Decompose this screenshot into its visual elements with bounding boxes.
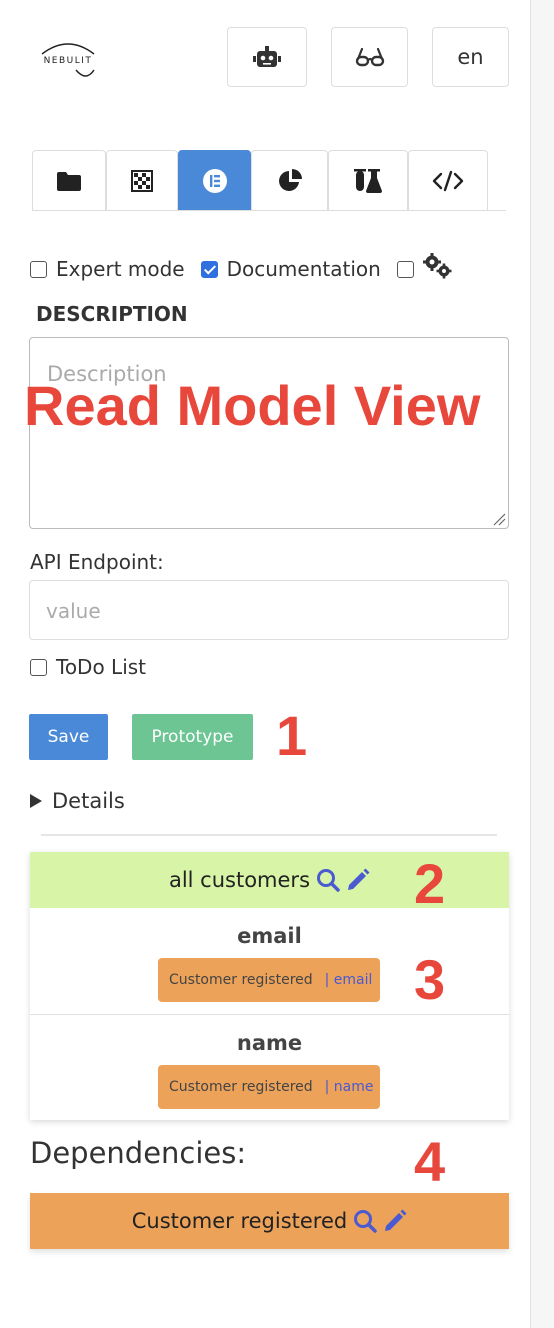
search-icon[interactable]	[353, 1209, 377, 1233]
dependencies-title: Dependencies:	[30, 1136, 247, 1170]
annotation-2: 2	[414, 852, 446, 915]
settings-checkbox[interactable]	[396, 260, 414, 278]
read-model-field: name Customer registered | name	[30, 1014, 509, 1120]
dependency-label: Customer registered	[131, 1209, 348, 1233]
pencil-icon[interactable]	[383, 1209, 407, 1233]
event-name: Customer registered	[169, 972, 313, 988]
todo-checkbox[interactable]	[30, 658, 47, 676]
details-toggle[interactable]: Details	[30, 789, 125, 813]
tab-tests[interactable]	[328, 150, 408, 210]
nebulit-logo: NEBULIT	[36, 40, 100, 84]
expert-mode-label: Expert mode	[56, 257, 185, 281]
robot-icon	[253, 46, 281, 67]
dependency-event-bar: Customer registered	[30, 1193, 509, 1249]
event-reference-chip[interactable]: Customer registered | name	[158, 1065, 380, 1109]
options-row: Expert mode Documentation	[30, 253, 454, 282]
glasses-icon	[355, 47, 384, 67]
checkerboard-icon	[131, 169, 153, 192]
field-name: name	[236, 1031, 303, 1055]
annotation-3: 3	[414, 948, 446, 1011]
todo-row: ToDo List	[30, 654, 146, 680]
tab-documentation[interactable]	[178, 150, 251, 210]
resize-grip-icon[interactable]	[492, 512, 506, 526]
field-name: email	[237, 924, 302, 948]
cogs-icon	[422, 253, 452, 279]
logo-text: NEBULIT	[43, 56, 93, 66]
scrollbar-strip[interactable]	[530, 0, 554, 1328]
documentation-label: Documentation	[226, 257, 381, 281]
expert-mode-checkbox[interactable]	[30, 260, 47, 278]
view-mode-button[interactable]	[331, 27, 408, 87]
elementor-icon	[202, 168, 227, 193]
event-attribute: | email	[324, 972, 373, 988]
details-label: Details	[52, 789, 125, 813]
description-heading: DESCRIPTION	[36, 302, 188, 326]
assistant-button[interactable]	[227, 27, 307, 87]
event-attribute: | name	[324, 1079, 374, 1095]
todo-label: ToDo List	[56, 655, 147, 679]
api-endpoint-label: API Endpoint:	[30, 550, 164, 574]
prototype-button[interactable]: Prototype	[132, 714, 253, 760]
save-button[interactable]: Save	[29, 714, 108, 760]
annotation-1: 1	[276, 704, 308, 767]
read-model-title: all customers	[168, 868, 311, 892]
tab-code[interactable]	[408, 150, 488, 210]
section-divider	[41, 834, 497, 836]
event-name: Customer registered	[169, 1079, 313, 1095]
pie-chart-icon	[278, 168, 302, 191]
pencil-icon[interactable]	[346, 868, 370, 892]
tab-analytics[interactable]	[251, 150, 328, 210]
tab-board[interactable]	[106, 150, 178, 210]
overlay-title: Read Model View	[24, 374, 481, 437]
event-reference-chip[interactable]: Customer registered | email	[158, 958, 380, 1002]
tab-files[interactable]	[32, 150, 106, 210]
language-button[interactable]: en	[432, 27, 509, 87]
api-endpoint-placeholder: value	[46, 599, 101, 623]
triangle-right-icon	[30, 794, 42, 808]
documentation-checkbox[interactable]	[200, 260, 218, 278]
editor-tabs	[32, 150, 506, 211]
api-endpoint-input[interactable]: value	[29, 580, 509, 640]
code-icon	[432, 170, 464, 191]
search-icon[interactable]	[316, 868, 340, 892]
folder-icon	[57, 171, 81, 191]
flask-icon	[354, 168, 382, 193]
annotation-4: 4	[414, 1130, 446, 1193]
